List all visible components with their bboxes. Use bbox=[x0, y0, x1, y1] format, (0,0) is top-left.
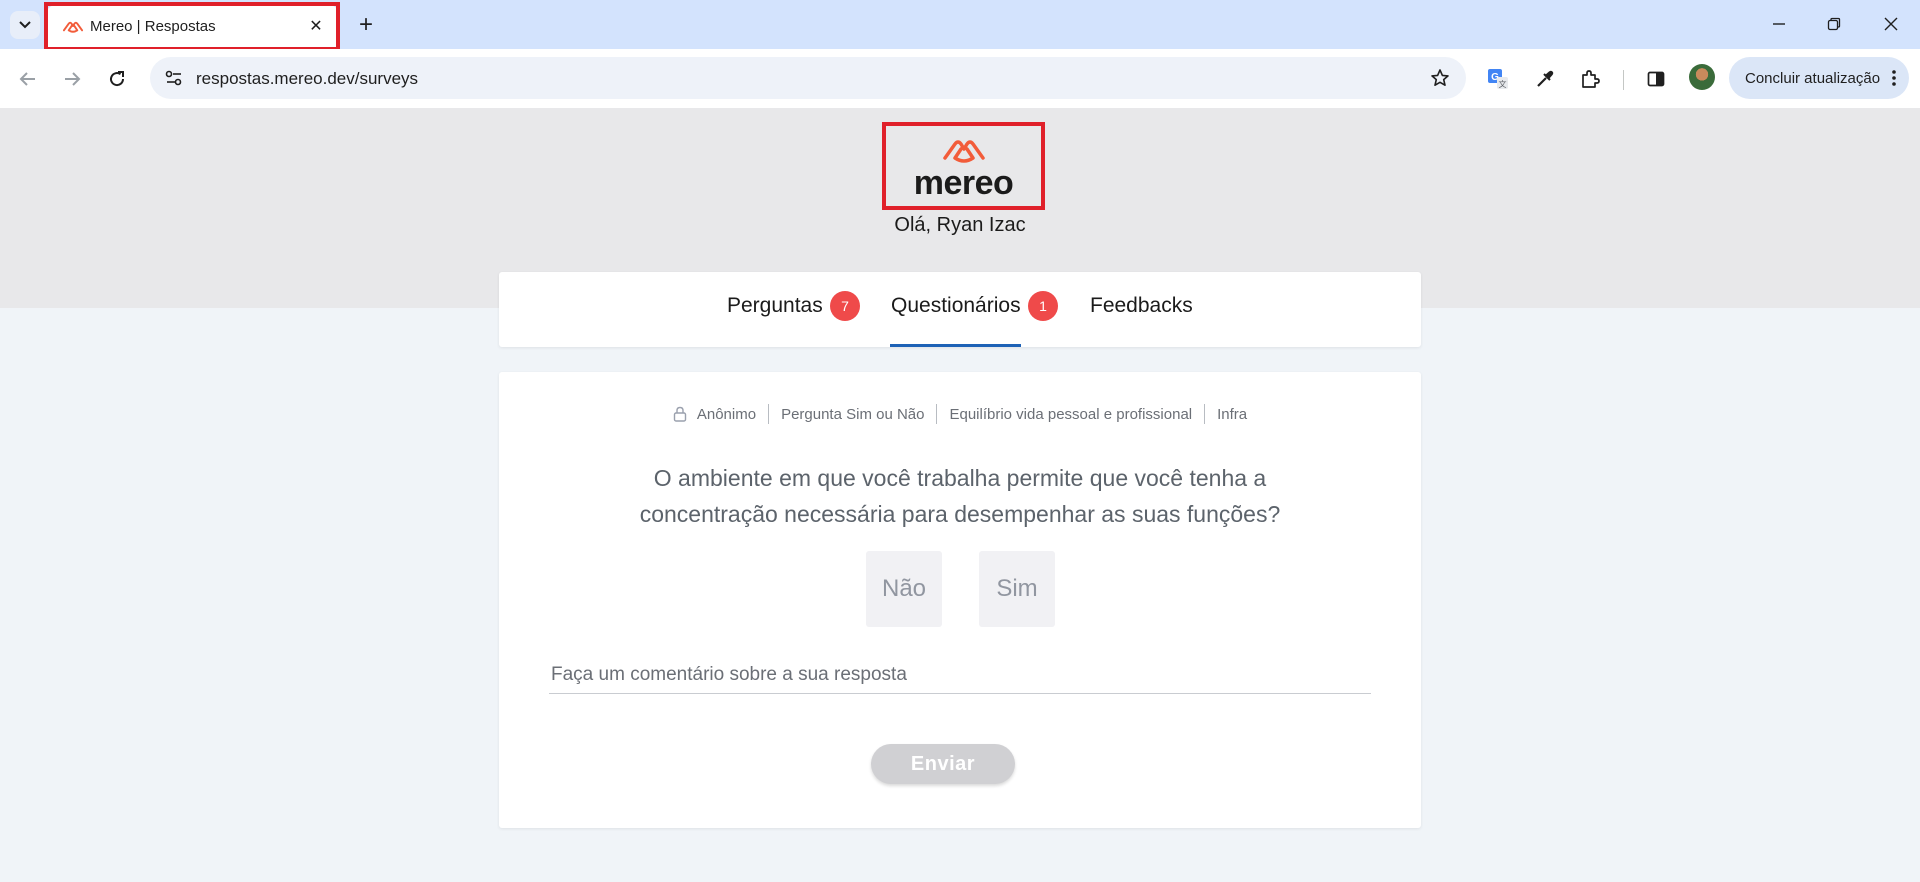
update-chrome-label: Concluir atualização bbox=[1745, 70, 1881, 87]
restore-icon[interactable] bbox=[1820, 10, 1848, 38]
tab-feedbacks[interactable]: Feedbacks bbox=[1090, 294, 1193, 318]
site-info-icon[interactable] bbox=[160, 65, 188, 91]
minimize-icon[interactable] bbox=[1765, 10, 1793, 38]
chevron-down-icon bbox=[19, 21, 31, 29]
toolbar-divider bbox=[1623, 70, 1624, 90]
greeting-text: Olá, Ryan Izac bbox=[894, 214, 1026, 236]
reload-icon[interactable] bbox=[101, 63, 133, 95]
svg-text:文: 文 bbox=[1499, 79, 1507, 89]
question-text: O ambiente em que você trabalha permite … bbox=[639, 465, 1281, 527]
comment-input[interactable]: Faça um comentário sobre a sua resposta bbox=[549, 657, 1371, 694]
logo-wordmark: mereo bbox=[913, 164, 1014, 202]
browser-toolbar: respostas.mereo.dev/surveys G文 Concluir … bbox=[0, 49, 1920, 108]
address-bar[interactable]: respostas.mereo.dev/surveys bbox=[150, 57, 1466, 99]
tab-search-button[interactable] bbox=[10, 11, 40, 39]
tag-anonymous: Anônimo bbox=[661, 404, 768, 424]
answer-no-button[interactable]: Não bbox=[866, 551, 942, 627]
extensions-icon[interactable] bbox=[1574, 63, 1606, 95]
tag-question-type: Pergunta Sim ou Não bbox=[781, 405, 925, 423]
eyedropper-icon[interactable] bbox=[1529, 63, 1561, 95]
comment-placeholder: Faça um comentário sobre a sua resposta bbox=[551, 664, 907, 685]
send-button[interactable]: Enviar bbox=[871, 744, 1015, 784]
google-translate-icon[interactable]: G文 bbox=[1482, 63, 1514, 95]
more-menu-icon[interactable] bbox=[1885, 66, 1903, 90]
question-tags: Anônimo Pergunta Sim ou Não Equilíbrio v… bbox=[499, 404, 1421, 424]
tabs-bar: Perguntas 7 Questionários 1 Feedbacks bbox=[499, 272, 1421, 347]
tab-questionarios[interactable]: Questionários bbox=[891, 294, 1021, 318]
lock-icon bbox=[673, 406, 687, 422]
mereo-logo-icon bbox=[942, 140, 985, 163]
back-icon[interactable] bbox=[12, 63, 44, 95]
survey-card: Anônimo Pergunta Sim ou Não Equilíbrio v… bbox=[499, 372, 1421, 828]
perguntas-count-badge: 7 bbox=[830, 291, 860, 321]
new-tab-button[interactable]: + bbox=[352, 11, 380, 39]
bookmark-star-icon[interactable] bbox=[1426, 65, 1454, 91]
mereo-logo: mereo bbox=[882, 122, 1045, 210]
forward-icon[interactable] bbox=[56, 63, 88, 95]
tag-category: Equilíbrio vida pessoal e profissional bbox=[949, 405, 1193, 423]
browser-tabstrip: Mereo | Respostas ✕ + bbox=[0, 0, 1920, 51]
answer-yes-button[interactable]: Sim bbox=[979, 551, 1055, 627]
active-tab-indicator bbox=[890, 344, 1021, 347]
tag-area: Infra bbox=[1217, 405, 1248, 423]
tab-perguntas[interactable]: Perguntas bbox=[727, 294, 823, 318]
update-chrome-button[interactable]: Concluir atualização bbox=[1729, 57, 1909, 99]
tab-highlight-box bbox=[44, 2, 340, 51]
url-text[interactable]: respostas.mereo.dev/surveys bbox=[196, 69, 418, 89]
questionarios-count-badge: 1 bbox=[1028, 291, 1058, 321]
close-window-icon[interactable] bbox=[1877, 10, 1905, 38]
page-content: mereo Olá, Ryan Izac Perguntas 7 Questio… bbox=[0, 108, 1920, 882]
side-panel-icon[interactable] bbox=[1640, 63, 1672, 95]
tag-anonymous-label: Anônimo bbox=[696, 405, 757, 423]
profile-avatar[interactable] bbox=[1689, 64, 1715, 90]
